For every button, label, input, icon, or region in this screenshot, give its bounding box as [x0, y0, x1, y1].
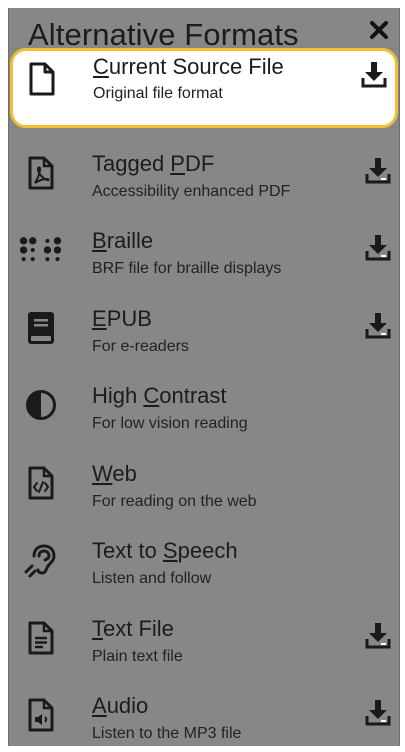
format-name: Audio [92, 693, 149, 718]
format-item[interactable]: EPUB For e-readers [9, 294, 399, 372]
format-description: Original file format [93, 85, 223, 102]
format-description: Plain text file [92, 647, 183, 665]
format-item[interactable]: High Contrast For low vision reading [9, 371, 399, 449]
format-item[interactable]: Audio Listen to the MP3 file [9, 681, 399, 746]
format-item[interactable]: Braille BRF file for braille displays [9, 216, 399, 294]
audio-file-icon [19, 693, 63, 737]
close-icon[interactable] [367, 18, 391, 42]
format-name: Web [92, 460, 137, 486]
format-item[interactable]: Text File Plain text file [9, 604, 399, 682]
format-description: For reading on the web [92, 492, 257, 510]
contrast-icon [19, 383, 63, 427]
format-item[interactable]: Current Source File Original file format [10, 48, 398, 128]
format-description: For e-readers [92, 337, 189, 355]
format-description: Listen and follow [92, 570, 212, 587]
format-description: For low vision reading [92, 415, 248, 432]
hearing-icon [19, 538, 63, 582]
format-name: Braille [92, 228, 154, 253]
file-icon [20, 57, 64, 101]
format-name: High Contrast [92, 383, 227, 408]
format-name: Text to Speech [92, 538, 238, 563]
download-icon[interactable] [365, 157, 391, 185]
code-file-icon [19, 461, 63, 505]
format-item[interactable]: Web For reading on the web [9, 449, 399, 527]
book-icon [19, 306, 63, 350]
alternative-formats-panel: Alternative Formats Current Source File O… [8, 8, 400, 746]
text-file-icon [19, 616, 63, 660]
format-description: Listen to the MP3 file [92, 725, 242, 742]
pdf-icon [19, 151, 63, 195]
format-item[interactable]: Text to Speech Listen and follow [9, 526, 399, 604]
download-icon[interactable] [365, 699, 391, 727]
format-name: Text File [92, 615, 174, 641]
braille-icon [19, 228, 63, 272]
download-icon[interactable] [365, 622, 391, 650]
format-name: Current Source File [93, 54, 284, 79]
format-description: Accessibility enhanced PDF [92, 182, 291, 200]
format-name: Tagged PDF [92, 150, 215, 176]
format-name: EPUB [92, 305, 152, 331]
download-icon[interactable] [365, 234, 391, 262]
format-item[interactable]: Tagged PDF Accessibility enhanced PDF [9, 139, 399, 217]
download-icon[interactable] [361, 61, 387, 89]
download-icon[interactable] [365, 312, 391, 340]
format-description: BRF file for braille displays [92, 260, 282, 277]
format-list: Current Source File Original file format T… [9, 48, 399, 746]
